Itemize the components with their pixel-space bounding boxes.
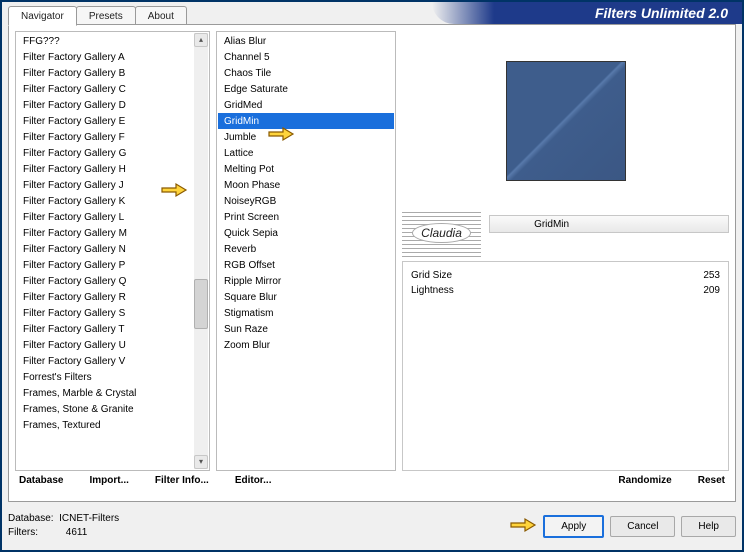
pointer-hand-icon bbox=[509, 515, 537, 537]
statusbar: Database: ICNET-Filters Filters: 4611 Ap… bbox=[8, 506, 736, 546]
list-item[interactable]: Reverb bbox=[218, 241, 394, 257]
tabstrip: Navigator Presets About bbox=[8, 6, 186, 26]
list-item[interactable]: Forrest's Filters bbox=[17, 369, 193, 385]
reset-link[interactable]: Reset bbox=[698, 475, 725, 497]
list-item[interactable]: Filter Factory Gallery P bbox=[17, 257, 193, 273]
list-item[interactable]: Chaos Tile bbox=[218, 65, 394, 81]
list-item[interactable]: Ripple Mirror bbox=[218, 273, 394, 289]
cancel-button[interactable]: Cancel bbox=[610, 516, 675, 537]
list-item[interactable]: Jumble bbox=[218, 129, 394, 145]
list-item[interactable]: Filter Factory Gallery C bbox=[17, 81, 193, 97]
list-item[interactable]: Filter Factory Gallery D bbox=[17, 97, 193, 113]
filter-info-link[interactable]: Filter Info... bbox=[155, 475, 209, 497]
list-item[interactable]: Filter Factory Gallery S bbox=[17, 305, 193, 321]
list-item[interactable]: Filter Factory Gallery B bbox=[17, 65, 193, 81]
list-item[interactable]: Filter Factory Gallery Q bbox=[17, 273, 193, 289]
help-button[interactable]: Help bbox=[681, 516, 736, 537]
list-item[interactable]: Print Screen bbox=[218, 209, 394, 225]
tab-about[interactable]: About bbox=[135, 6, 187, 26]
list-item[interactable]: Square Blur bbox=[218, 289, 394, 305]
scroll-down-icon[interactable]: ▾ bbox=[194, 455, 208, 469]
pointer-hand-icon bbox=[267, 124, 295, 146]
list-item[interactable]: Filter Factory Gallery V bbox=[17, 353, 193, 369]
database-link[interactable]: Database bbox=[19, 475, 63, 497]
randomize-link[interactable]: Randomize bbox=[618, 475, 671, 497]
list-item[interactable]: Filter Factory Gallery E bbox=[17, 113, 193, 129]
list-item[interactable]: Filter Factory Gallery F bbox=[17, 129, 193, 145]
tab-presets[interactable]: Presets bbox=[76, 6, 136, 26]
scroll-thumb[interactable] bbox=[194, 279, 208, 329]
watermark-logo: Claudia bbox=[402, 209, 481, 257]
categories-list[interactable]: FFG???Filter Factory Gallery AFilter Fac… bbox=[15, 31, 210, 471]
list-item[interactable]: Sun Raze bbox=[218, 321, 394, 337]
pointer-hand-icon bbox=[160, 180, 188, 202]
list-item[interactable]: Filter Factory Gallery N bbox=[17, 241, 193, 257]
list-item[interactable]: Channel 5 bbox=[218, 49, 394, 65]
filters-list[interactable]: Alias BlurChannel 5Chaos TileEdge Satura… bbox=[216, 31, 396, 471]
apply-button[interactable]: Apply bbox=[543, 515, 604, 538]
toolbar-links: Database Import... Filter Info... Editor… bbox=[19, 475, 725, 497]
list-item[interactable]: Filter Factory Gallery U bbox=[17, 337, 193, 353]
param-row[interactable]: Grid Size 253 bbox=[411, 268, 720, 283]
list-item[interactable]: Filter Factory Gallery G bbox=[17, 145, 193, 161]
param-value: 253 bbox=[703, 270, 720, 281]
list-item[interactable]: NoiseyRGB bbox=[218, 193, 394, 209]
list-item[interactable]: Edge Saturate bbox=[218, 81, 394, 97]
tab-navigator[interactable]: Navigator bbox=[8, 6, 77, 26]
list-item[interactable]: RGB Offset bbox=[218, 257, 394, 273]
scroll-up-icon[interactable]: ▴ bbox=[194, 33, 208, 47]
list-item[interactable]: Frames, Marble & Crystal bbox=[17, 385, 193, 401]
list-item[interactable]: GridMed bbox=[218, 97, 394, 113]
param-label: Grid Size bbox=[411, 270, 452, 281]
param-value: 209 bbox=[703, 285, 720, 296]
list-item[interactable]: Filter Factory Gallery T bbox=[17, 321, 193, 337]
list-item[interactable]: GridMin bbox=[218, 113, 394, 129]
title-banner: Filters Unlimited 2.0 bbox=[432, 2, 742, 24]
list-item[interactable]: Filter Factory Gallery R bbox=[17, 289, 193, 305]
app-title: Filters Unlimited 2.0 bbox=[595, 5, 728, 21]
list-item[interactable]: Zoom Blur bbox=[218, 337, 394, 353]
list-item[interactable]: Melting Pot bbox=[218, 161, 394, 177]
filter-name-bar: GridMin bbox=[489, 215, 729, 233]
preview-pane: Claudia GridMin Grid Size 253 Lightness … bbox=[402, 31, 729, 471]
tab-panel: FFG???Filter Factory Gallery AFilter Fac… bbox=[8, 24, 736, 502]
import-link[interactable]: Import... bbox=[89, 475, 128, 497]
params-panel: Grid Size 253 Lightness 209 bbox=[402, 261, 729, 471]
filter-name-label: GridMin bbox=[490, 219, 569, 230]
param-label: Lightness bbox=[411, 285, 454, 296]
param-row[interactable]: Lightness 209 bbox=[411, 283, 720, 298]
list-item[interactable]: Filter Factory Gallery M bbox=[17, 225, 193, 241]
list-item[interactable]: Stigmatism bbox=[218, 305, 394, 321]
status-text: Database: ICNET-Filters Filters: 4611 bbox=[8, 512, 509, 540]
scrollbar[interactable]: ▴ ▾ bbox=[194, 33, 208, 469]
list-item[interactable]: Filter Factory Gallery H bbox=[17, 161, 193, 177]
editor-link[interactable]: Editor... bbox=[235, 475, 272, 497]
list-item[interactable]: Frames, Textured bbox=[17, 417, 193, 433]
list-item[interactable]: Frames, Stone & Granite bbox=[17, 401, 193, 417]
list-item[interactable]: Filter Factory Gallery L bbox=[17, 209, 193, 225]
list-item[interactable]: Moon Phase bbox=[218, 177, 394, 193]
list-item[interactable]: Lattice bbox=[218, 145, 394, 161]
list-item[interactable]: Alias Blur bbox=[218, 33, 394, 49]
list-item[interactable]: Quick Sepia bbox=[218, 225, 394, 241]
list-item[interactable]: FFG??? bbox=[17, 33, 193, 49]
filter-preview-image bbox=[506, 61, 626, 181]
list-item[interactable]: Filter Factory Gallery A bbox=[17, 49, 193, 65]
